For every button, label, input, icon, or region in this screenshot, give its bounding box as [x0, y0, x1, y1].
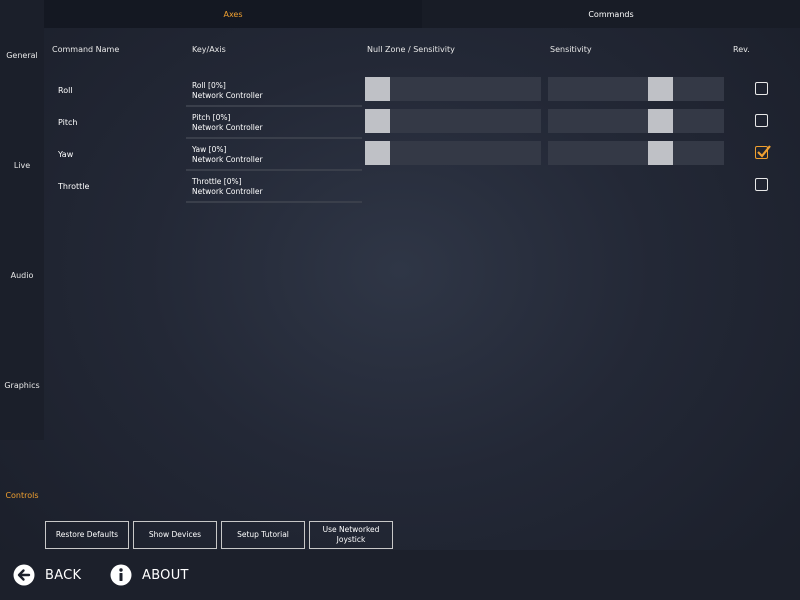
null-zone-slider[interactable] [365, 109, 541, 133]
slider-thumb[interactable] [648, 109, 673, 133]
use-networked-joystick-button[interactable]: Use Networked Joystick [309, 521, 393, 549]
sidebar-item-live[interactable]: Live [0, 110, 44, 220]
back-button[interactable]: BACK [13, 562, 81, 588]
table-row: Yaw Yaw [0%] Network Controller [44, 141, 800, 173]
axis-value: Pitch [0%] [192, 113, 231, 122]
axis-device: Network Controller [192, 123, 263, 132]
slider-thumb[interactable] [648, 77, 673, 101]
sensitivity-slider[interactable] [548, 109, 724, 133]
button-label-line: Joystick [336, 535, 366, 544]
column-header-key-axis: Key/Axis [192, 45, 226, 54]
sensitivity-slider[interactable] [548, 141, 724, 165]
axis-value: Throttle [0%] [192, 177, 242, 186]
command-name: Pitch [58, 117, 78, 127]
axis-value: Roll [0%] [192, 81, 226, 90]
show-devices-button[interactable]: Show Devices [133, 521, 217, 549]
back-arrow-icon [13, 564, 35, 586]
tab-commands[interactable]: Commands [422, 0, 800, 28]
slider-thumb[interactable] [365, 141, 390, 165]
table-row: Roll Roll [0%] Network Controller [44, 77, 800, 109]
rev-checkbox[interactable] [755, 178, 768, 191]
button-label-line: Use Networked [322, 525, 380, 534]
key-axis-cell[interactable]: Throttle [0%] Network Controller [186, 173, 362, 203]
column-header-command-name: Command Name [52, 45, 120, 54]
rev-checkbox[interactable] [755, 82, 768, 95]
rev-checkbox[interactable] [755, 114, 768, 127]
slider-thumb[interactable] [365, 77, 390, 101]
key-axis-cell[interactable]: Pitch [0%] Network Controller [186, 109, 362, 139]
restore-defaults-button[interactable]: Restore Defaults [45, 521, 129, 549]
key-axis-cell[interactable]: Roll [0%] Network Controller [186, 77, 362, 107]
table-row: Throttle Throttle [0%] Network Controlle… [44, 173, 800, 205]
column-header-rev: Rev. [733, 45, 750, 54]
sidebar-item-label: Controls [5, 490, 39, 500]
slider-thumb[interactable] [365, 109, 390, 133]
column-header-null-zone: Null Zone / Sensitivity [367, 45, 455, 54]
axis-device: Network Controller [192, 187, 263, 196]
tab-bar: Axes Commands [44, 0, 800, 28]
about-label: ABOUT [142, 567, 189, 583]
back-label: BACK [45, 567, 82, 583]
key-axis-cell[interactable]: Yaw [0%] Network Controller [186, 141, 362, 171]
sidebar-item-graphics[interactable]: Graphics [0, 330, 44, 440]
setup-tutorial-button[interactable]: Setup Tutorial [221, 521, 305, 549]
sidebar-item-label: General [6, 50, 38, 60]
sidebar-item-audio[interactable]: Audio [0, 220, 44, 330]
column-header-sensitivity: Sensitivity [550, 45, 592, 54]
slider-thumb[interactable] [648, 141, 673, 165]
sidebar-item-label: Audio [10, 270, 34, 280]
null-zone-slider[interactable] [365, 141, 541, 165]
sidebar-item-general[interactable]: General [0, 0, 44, 110]
info-icon [110, 564, 132, 586]
axis-device: Network Controller [192, 155, 263, 164]
checkmark-icon [757, 145, 771, 158]
sidebar-item-label: Graphics [4, 380, 40, 390]
sidebar-item-label: Live [13, 160, 31, 170]
tab-axes[interactable]: Axes [44, 0, 422, 28]
footer-bar: BACK ABOUT [0, 550, 800, 600]
about-button[interactable]: ABOUT [110, 562, 189, 588]
axis-device: Network Controller [192, 91, 263, 100]
null-zone-slider[interactable] [365, 77, 541, 101]
command-name: Roll [58, 85, 73, 95]
command-name: Yaw [58, 149, 74, 159]
sensitivity-slider[interactable] [548, 77, 724, 101]
table-row: Pitch Pitch [0%] Network Controller [44, 109, 800, 141]
command-name: Throttle [58, 181, 90, 191]
sidebar-item-controls[interactable]: Controls [0, 440, 44, 550]
axis-value: Yaw [0%] [192, 145, 227, 154]
settings-sidebar: General Live Audio Graphics Controls [0, 0, 44, 550]
rev-checkbox[interactable] [755, 145, 771, 159]
